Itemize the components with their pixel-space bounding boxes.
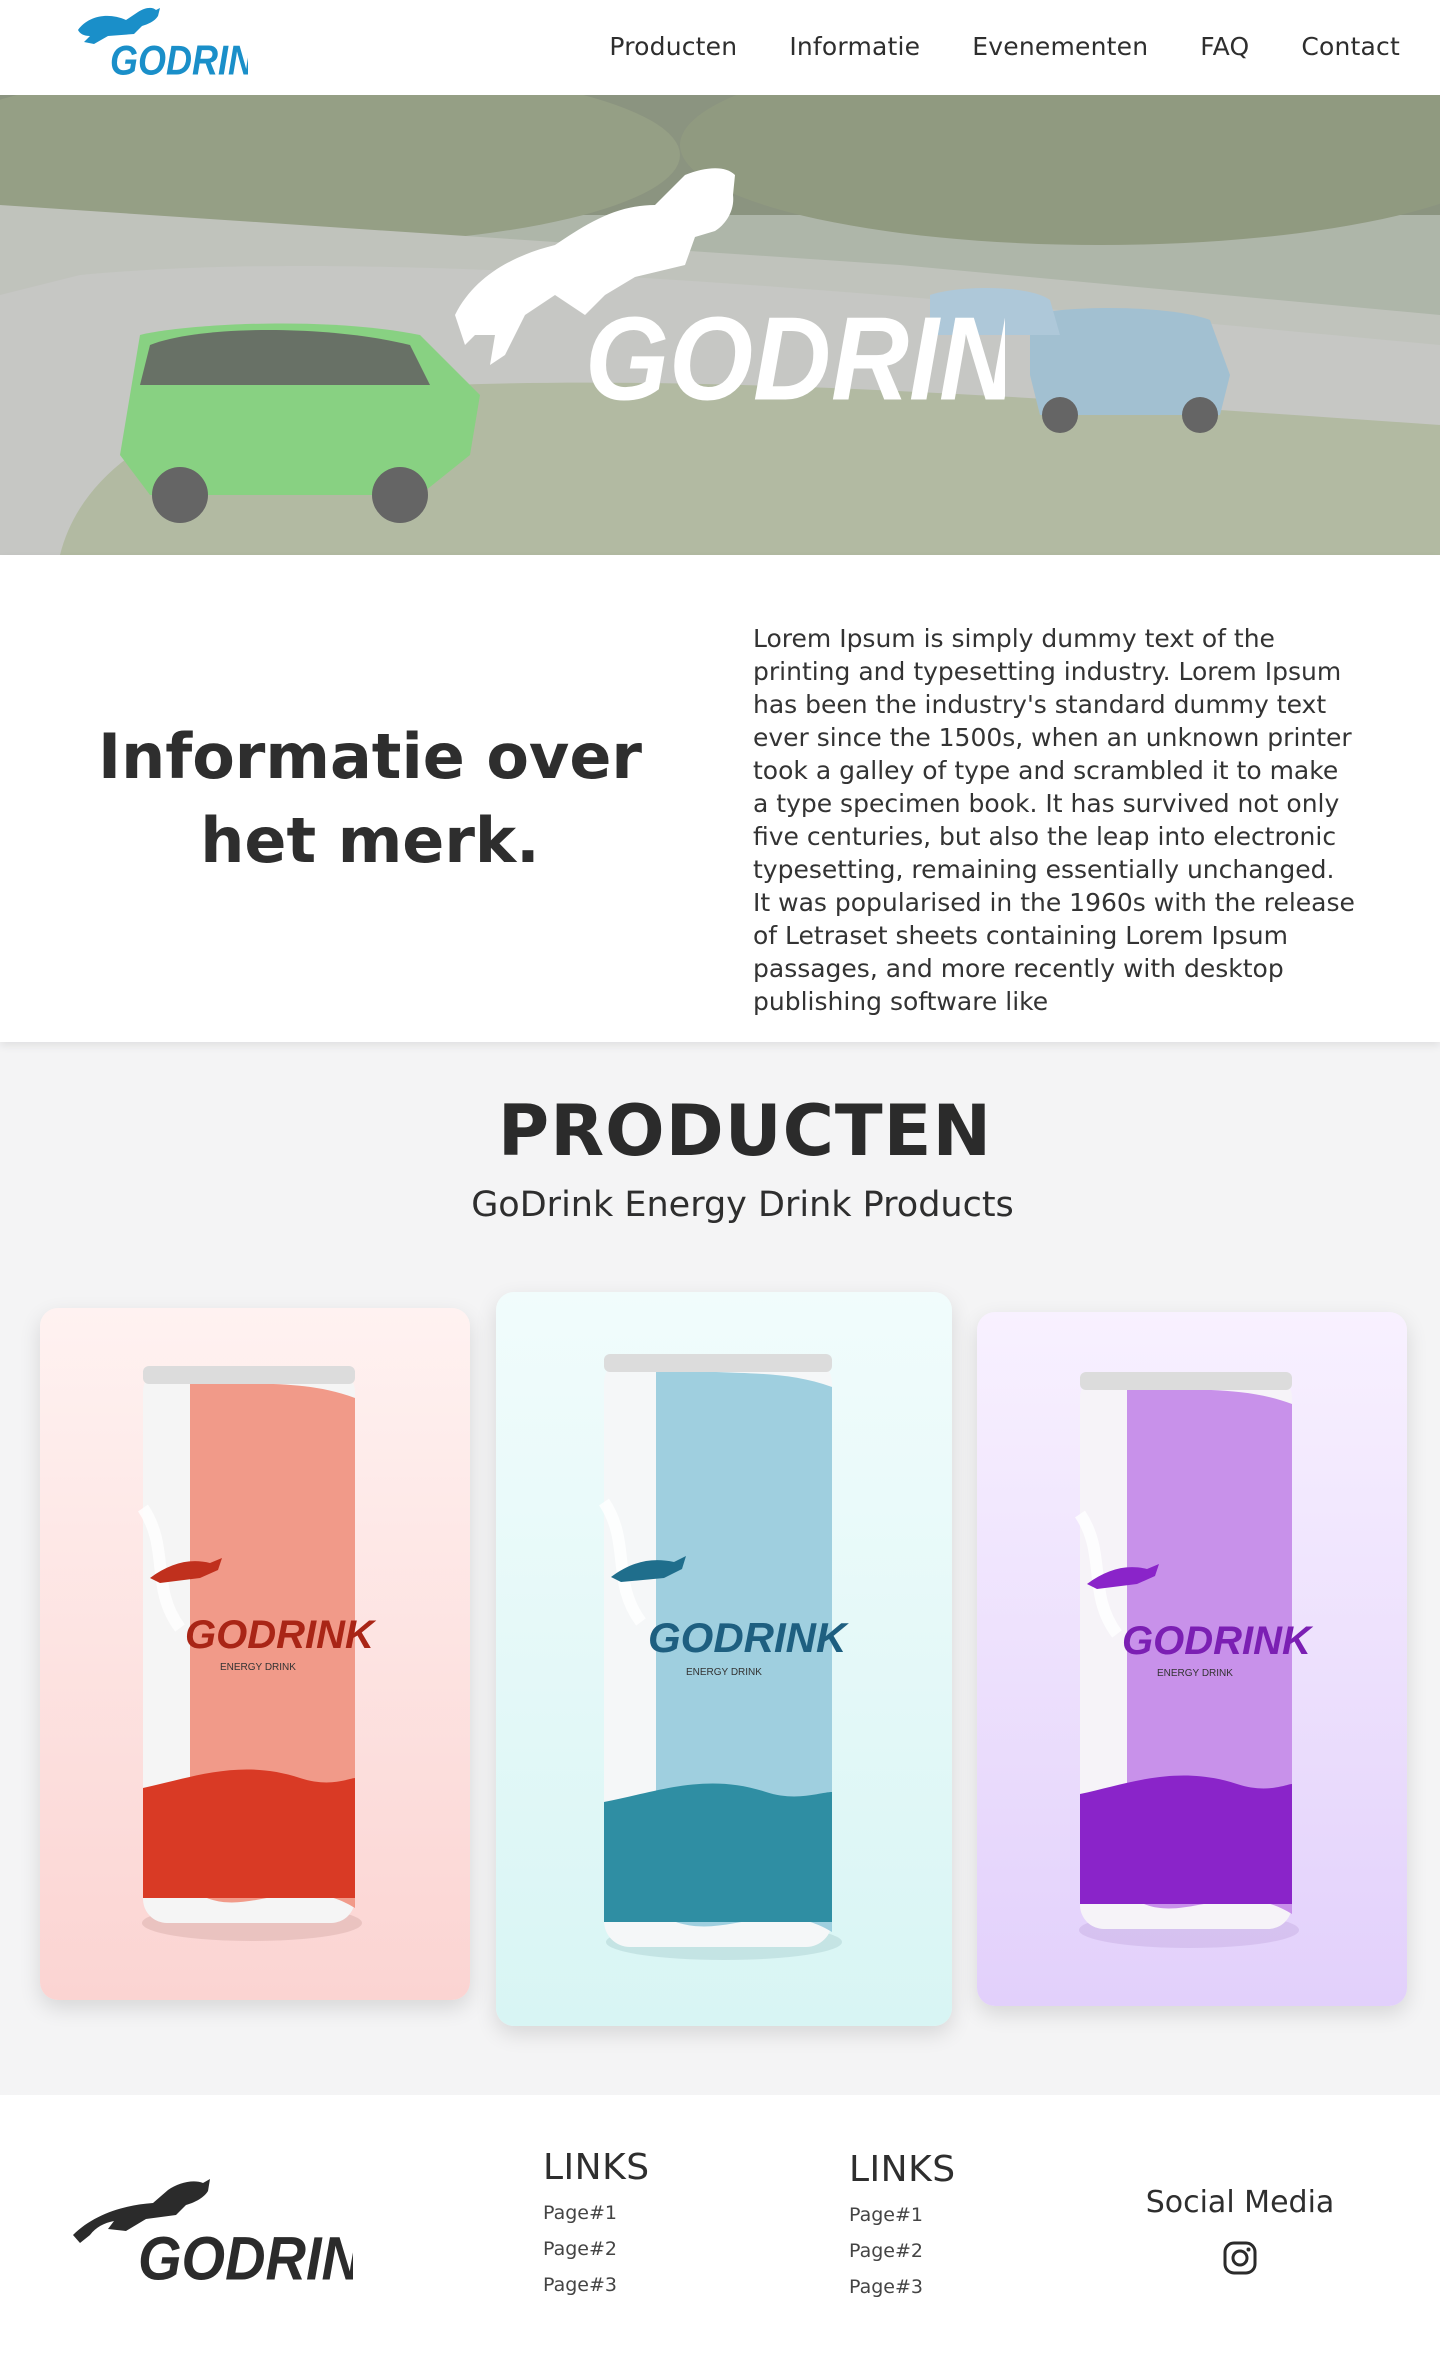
footer-link-page1[interactable]: Page#1	[849, 2204, 956, 2226]
footer-link-page3[interactable]: Page#3	[543, 2274, 650, 2296]
nav-item-faq[interactable]: FAQ	[1200, 32, 1249, 61]
hero-wordmark: GODRINK	[585, 293, 1005, 405]
social-media-label: Social Media	[1145, 2185, 1335, 2220]
hero-brand-logo: GODRINK	[455, 168, 1005, 405]
can-brand-red: GODRINK	[185, 1613, 377, 1657]
footer-link-page2[interactable]: Page#2	[543, 2238, 650, 2260]
nav-item-contact[interactable]: Contact	[1301, 32, 1400, 61]
main-menu: Producten Informatie Evenementen FAQ Con…	[557, 32, 1400, 61]
footer-links-title: LINKS	[849, 2149, 956, 2190]
products-heading: PRODUCTEN	[497, 1090, 993, 1172]
footer-link-page1[interactable]: Page#1	[543, 2202, 650, 2224]
footer-logo[interactable]: GODRINK	[68, 2165, 353, 2285]
footer-links-column-1: LINKS Page#1 Page#2 Page#3	[543, 2147, 650, 2310]
can-tagline-blue: ENERGY DRINK	[686, 1667, 762, 1678]
can-brand-purple: GODRINK	[1122, 1619, 1314, 1663]
footer-wordmark: GODRINK	[138, 2225, 353, 2285]
info-heading: Informatie over het merk.	[80, 715, 660, 883]
product-card-red[interactable]: GODRINK ENERGY DRINK	[40, 1308, 470, 2000]
top-navbar: GODRINK Producten Informatie Evenementen…	[0, 0, 1440, 95]
info-heading-line1: Informatie over	[98, 720, 642, 793]
brand-info-section: Informatie over het merk. Lorem Ipsum is…	[0, 555, 1440, 1042]
can-image-blue: GODRINK ENERGY DRINK	[598, 1354, 849, 1960]
logo-wordmark: GODRINK	[110, 38, 248, 84]
nav-item-informatie[interactable]: Informatie	[789, 32, 920, 61]
footer-link-page2[interactable]: Page#2	[849, 2240, 956, 2262]
can-tagline-red: ENERGY DRINK	[220, 1662, 296, 1673]
hero-banner: GODRINK	[0, 95, 1440, 555]
footer-link-page3[interactable]: Page#3	[849, 2276, 956, 2298]
products-subheading: GoDrink Energy Drink Products	[471, 1185, 1014, 1225]
info-heading-line2: het merk.	[200, 804, 540, 877]
can-image-red: GODRINK ENERGY DRINK	[137, 1366, 377, 1941]
godrink-logo[interactable]: GODRINK	[68, 2, 248, 84]
info-body-text: Lorem Ipsum is simply dummy text of the …	[753, 624, 1355, 1016]
can-brand-blue: GODRINK	[648, 1614, 849, 1661]
product-card-purple[interactable]: GODRINK ENERGY DRINK	[977, 1312, 1407, 2006]
product-card-blue[interactable]: GODRINK ENERGY DRINK	[496, 1292, 952, 2026]
can-tagline-purple: ENERGY DRINK	[1157, 1668, 1233, 1679]
nav-item-evenementen[interactable]: Evenementen	[972, 32, 1148, 61]
can-image-purple: GODRINK ENERGY DRINK	[1074, 1372, 1314, 1948]
instagram-icon[interactable]	[1222, 2240, 1258, 2276]
nav-item-producten[interactable]: Producten	[609, 32, 737, 61]
site-footer: GODRINK LINKS Page#1 Page#2 Page#3 LINKS…	[0, 2095, 1440, 2361]
footer-links-column-2: LINKS Page#1 Page#2 Page#3	[849, 2149, 956, 2312]
social-media-block: Social Media	[1130, 2185, 1350, 2280]
footer-links-title: LINKS	[543, 2147, 650, 2188]
